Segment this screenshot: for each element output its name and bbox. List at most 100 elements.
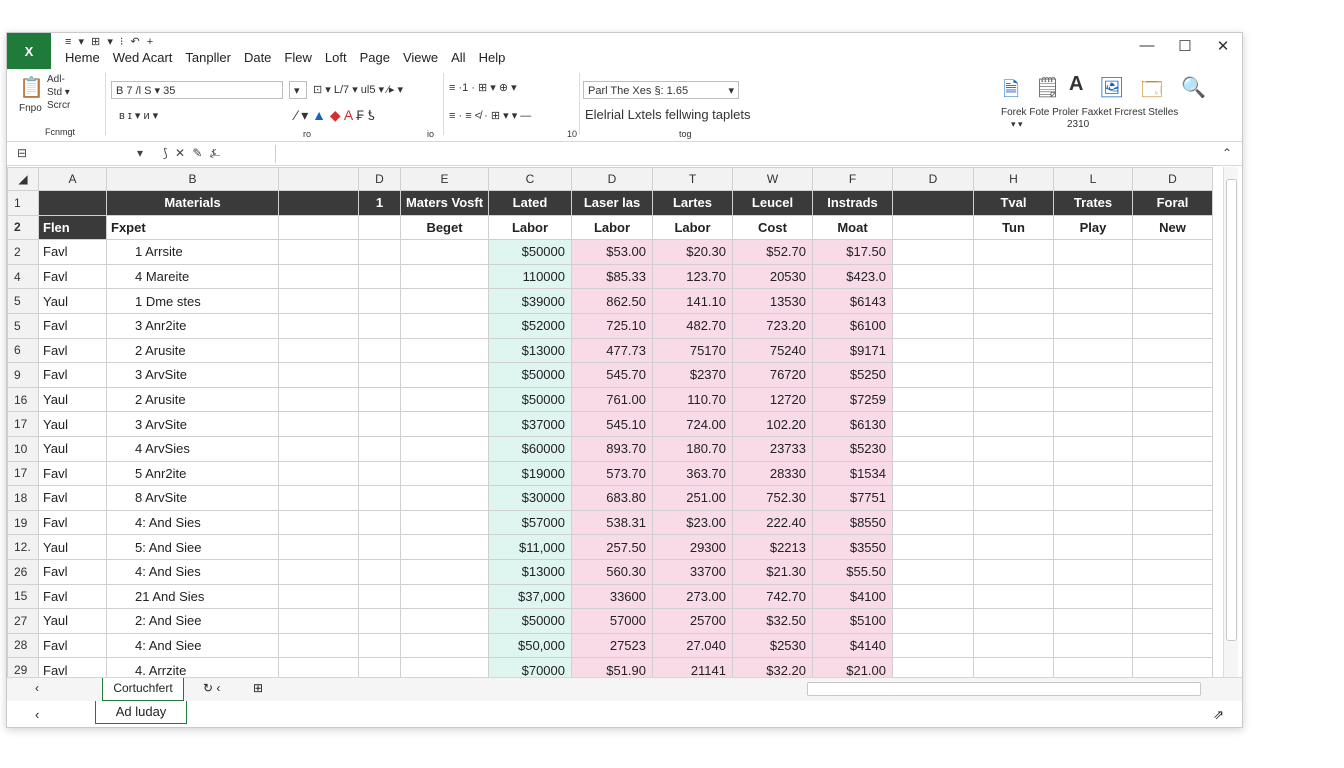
row-header[interactable]: 4 — [7, 263, 39, 290]
cell-value[interactable]: $20.30 — [652, 239, 733, 265]
cell-empty[interactable] — [1132, 386, 1213, 413]
cell-empty[interactable] — [278, 583, 359, 610]
cell-empty[interactable] — [358, 288, 401, 314]
cell-value[interactable]: 545.10 — [571, 411, 653, 437]
cell-labor-value[interactable]: $37000 — [488, 411, 572, 437]
column-header[interactable] — [278, 167, 359, 191]
cell-value[interactable]: $55.50 — [812, 558, 893, 585]
cell-empty[interactable] — [278, 263, 359, 290]
cell-value[interactable]: $5250 — [812, 362, 893, 388]
cell-value[interactable]: 273.00 — [652, 583, 733, 610]
cell-empty[interactable] — [278, 435, 359, 462]
font-style-row[interactable]: ʙ ɪ ▾ и ▾ — [119, 109, 158, 122]
expand-formula-icon[interactable]: ⌃ — [1222, 146, 1232, 160]
cell-empty[interactable] — [1132, 239, 1213, 265]
cell-empty[interactable] — [892, 435, 974, 462]
cell-empty[interactable] — [1132, 312, 1213, 339]
cell-material[interactable]: 1 Dme stes — [106, 288, 279, 314]
menu-item-insert[interactable]: Wed Acart — [113, 50, 173, 65]
minimize-button[interactable]: — — [1128, 37, 1166, 55]
cell-material[interactable]: 2: And Siee — [106, 608, 279, 634]
cell-name[interactable]: Favl — [38, 485, 107, 511]
row-header[interactable]: 6 — [7, 337, 39, 364]
row-header[interactable]: 27 — [7, 608, 39, 634]
column-header[interactable]: E — [400, 167, 489, 191]
table-icon[interactable]: 🗔 — [1141, 75, 1163, 109]
font-color-icon[interactable]: A — [1069, 73, 1083, 96]
cell-name[interactable]: Favl — [38, 460, 107, 487]
cell-labor-value[interactable]: $19000 — [488, 460, 572, 487]
cell-material[interactable]: 21 And Sies — [106, 583, 279, 610]
cell-empty[interactable] — [1132, 509, 1213, 536]
cell-value[interactable]: 573.70 — [571, 460, 653, 487]
cell-value[interactable]: 27.040 — [652, 632, 733, 659]
menu-item-page[interactable]: Page — [360, 50, 390, 65]
cell-empty[interactable] — [1053, 288, 1133, 314]
clipboard-line[interactable]: Adl- — [47, 73, 70, 86]
cell-empty[interactable] — [358, 386, 401, 413]
table-header-cell[interactable]: 1 — [358, 190, 401, 216]
cell-empty[interactable] — [1053, 362, 1133, 388]
cell-empty[interactable] — [1053, 411, 1133, 437]
table-header-cell[interactable]: Lated — [488, 190, 572, 216]
font-name-dropdown[interactable]: B 7 /l S ▾ 35 — [111, 81, 283, 99]
cell-value[interactable]: 482.70 — [652, 312, 733, 339]
cell-empty[interactable] — [973, 632, 1054, 659]
cell-empty[interactable] — [400, 337, 489, 364]
table-header-cell[interactable]: Instrads — [812, 190, 893, 216]
row-header[interactable]: 5 — [7, 312, 39, 339]
cell-empty[interactable] — [400, 312, 489, 339]
cell-value[interactable]: 123.70 — [652, 263, 733, 290]
name-box-icon[interactable]: ⊟ — [17, 146, 27, 160]
menu-item-loft[interactable]: Loft — [325, 50, 347, 65]
cell-empty[interactable] — [400, 239, 489, 265]
table-header-cell[interactable] — [278, 190, 359, 216]
cell-empty[interactable] — [278, 386, 359, 413]
cell-value[interactable]: 724.00 — [652, 411, 733, 437]
column-header[interactable]: L — [1053, 167, 1133, 191]
cell-empty[interactable] — [358, 509, 401, 536]
cell-empty[interactable] — [973, 583, 1054, 610]
cell-empty[interactable] — [278, 460, 359, 487]
cell-empty[interactable] — [400, 263, 489, 290]
cell-empty[interactable] — [1132, 263, 1213, 290]
table-header-cell[interactable] — [38, 190, 107, 216]
cell-name[interactable]: Favl — [38, 558, 107, 585]
column-header[interactable]: D — [571, 167, 653, 191]
cell-name[interactable]: Yaul — [38, 386, 107, 413]
cell-value[interactable]: 75170 — [652, 337, 733, 364]
cell-empty[interactable] — [400, 362, 489, 388]
cell-empty[interactable] — [358, 411, 401, 437]
cell-value[interactable]: $23.00 — [652, 509, 733, 536]
cell-empty[interactable] — [358, 362, 401, 388]
row-header[interactable]: 18 — [7, 485, 39, 511]
cell-value[interactable]: 180.70 — [652, 435, 733, 462]
cell-name[interactable]: Favl — [38, 362, 107, 388]
cell-empty[interactable] — [400, 485, 489, 511]
ribbon-right-carets[interactable]: ▾ ▾ — [1011, 119, 1023, 130]
cell-labor-value[interactable]: $52000 — [488, 312, 572, 339]
font-size-dropdown[interactable]: ▾ — [289, 81, 307, 99]
cell-labor-value[interactable]: $39000 — [488, 288, 572, 314]
table-header-cell[interactable]: Labor — [488, 214, 572, 241]
cell-empty[interactable] — [278, 632, 359, 659]
menu-item-home[interactable]: Heme — [65, 50, 100, 65]
row-header[interactable]: 2 — [7, 214, 39, 241]
cell-value[interactable]: 545.70 — [571, 362, 653, 388]
cell-empty[interactable] — [1132, 288, 1213, 314]
cell-value[interactable]: $4140 — [812, 632, 893, 659]
cell-labor-value[interactable]: $50,000 — [488, 632, 572, 659]
row-header[interactable]: 17 — [7, 460, 39, 487]
cell-value[interactable]: 477.73 — [571, 337, 653, 364]
table-header-cell[interactable]: New — [1132, 214, 1213, 241]
cell-empty[interactable] — [892, 263, 974, 290]
cell-value[interactable]: 76720 — [732, 362, 813, 388]
cell-value[interactable]: $17.50 — [812, 239, 893, 265]
table-header-cell[interactable] — [358, 214, 401, 241]
column-header[interactable]: F — [812, 167, 893, 191]
cell-material[interactable]: 3 Anr2ite — [106, 312, 279, 339]
cell-value[interactable]: 683.80 — [571, 485, 653, 511]
cell-value[interactable]: $2530 — [732, 632, 813, 659]
cell-empty[interactable] — [278, 411, 359, 437]
cell-empty[interactable] — [358, 435, 401, 462]
